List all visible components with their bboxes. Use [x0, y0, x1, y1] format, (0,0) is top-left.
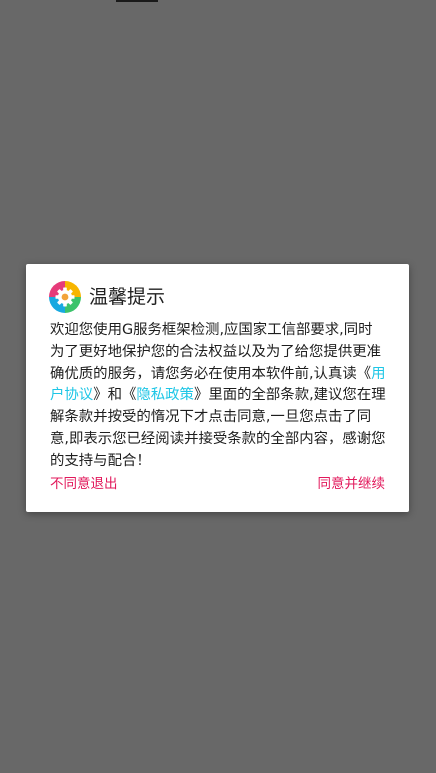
- dialog-header: 温馨提示: [49, 281, 165, 313]
- disagree-exit-button[interactable]: 不同意退出: [50, 472, 118, 492]
- privacy-dialog: 温馨提示 欢迎您使用G服务框架检测,应国家工信部要求,同时为了更好地保护您的合法…: [26, 264, 409, 512]
- agree-continue-button[interactable]: 同意并继续: [318, 472, 386, 492]
- dialog-actions: 不同意退出 同意并继续: [50, 472, 385, 492]
- status-bar-notch: [116, 0, 158, 2]
- privacy-policy-link[interactable]: 隐私政策: [136, 387, 194, 403]
- dialog-title: 温馨提示: [89, 286, 166, 308]
- message-intro: 欢迎您使用G服务框架检测,应国家工信部要求,同时为了更好地保护您的合法权益以及为…: [50, 322, 381, 382]
- dialog-message: 欢迎您使用G服务框架检测,应国家工信部要求,同时为了更好地保护您的合法权益以及为…: [50, 320, 386, 473]
- message-between: 》和《: [93, 387, 137, 404]
- gear-icon: [49, 281, 81, 313]
